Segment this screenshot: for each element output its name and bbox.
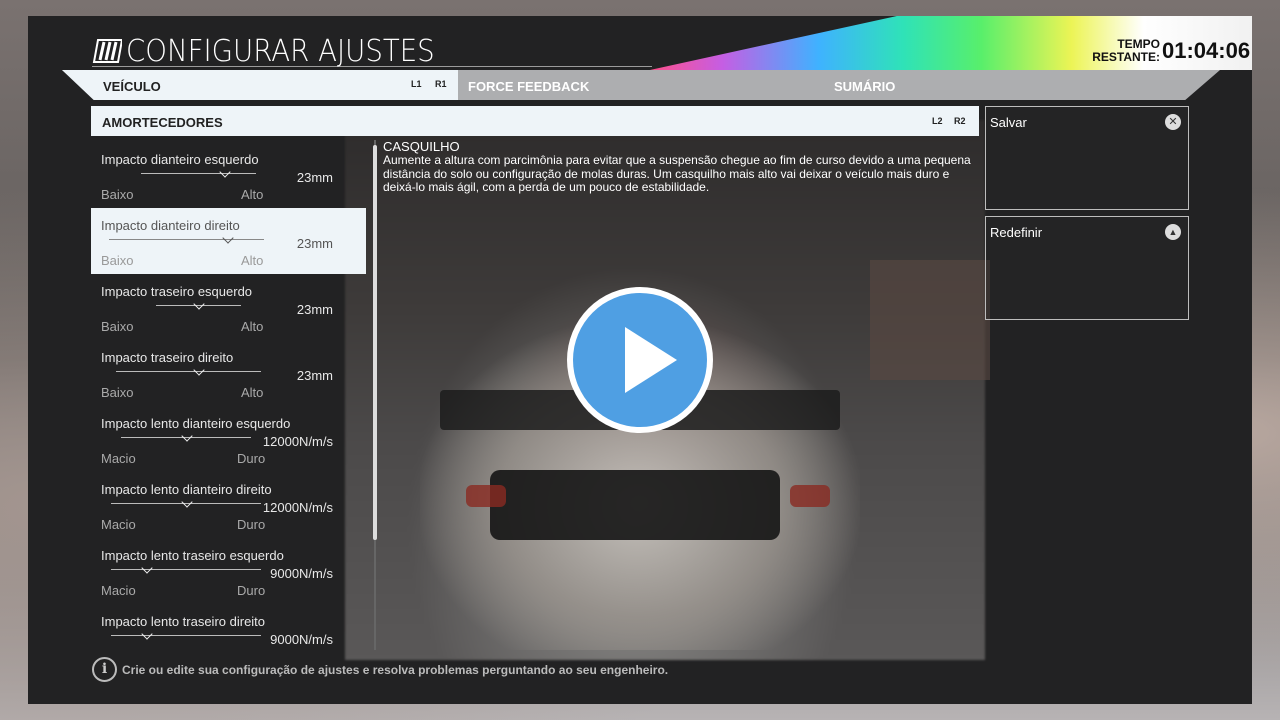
scene-wall: [870, 260, 990, 380]
slider-marker-icon[interactable]: [141, 628, 153, 640]
setting-value: 12000N/m/s: [262, 500, 333, 515]
setting-value: 23mm: [296, 302, 333, 317]
l1-button-hint: L1: [411, 79, 422, 89]
slider-track: [116, 371, 261, 372]
time-label-line-2: RESTANTE:: [1092, 50, 1160, 64]
setting-value: 9000N/m/s: [270, 632, 333, 647]
slider-track: [141, 173, 256, 174]
setting-min-label: Baixo: [101, 187, 134, 202]
r1-button-hint: R1: [435, 79, 447, 89]
setting-name: Impacto dianteiro direito: [101, 218, 240, 233]
tab-force-feedback[interactable]: FORCE FEEDBACK: [468, 79, 589, 94]
description-title: CASQUILHO: [383, 139, 460, 154]
game-logo-icon: [92, 39, 122, 63]
slider-track: [111, 635, 261, 636]
setting-max-label: Alto: [241, 319, 264, 334]
setting-name: Impacto dianteiro esquerdo: [101, 152, 259, 167]
l2-button-hint: L2: [932, 116, 943, 126]
setting-slider[interactable]: Impacto lento dianteiro esquerdo 12000N/…: [91, 406, 366, 472]
setting-min-label: Baixo: [101, 319, 134, 334]
slider-marker-icon[interactable]: [181, 496, 193, 508]
setting-min-label: Macio: [101, 451, 136, 466]
reset-button[interactable]: Redefinir ▲: [985, 216, 1189, 320]
play-button[interactable]: [567, 287, 713, 433]
time-remaining-label: TEMPO RESTANTE:: [1080, 38, 1160, 64]
reset-label: Redefinir: [990, 225, 1043, 240]
r2-button-hint: R2: [954, 116, 966, 126]
triangle-button-icon: ▲: [1165, 224, 1181, 240]
page-title: CONFIGURAR AJUSTES: [126, 34, 435, 69]
setting-value: 9000N/m/s: [270, 566, 333, 581]
tab-vehicle[interactable]: VEÍCULO: [103, 79, 161, 94]
header-underline: [92, 66, 652, 67]
setting-min-label: Macio: [101, 583, 136, 598]
setting-value: 23mm: [296, 236, 333, 251]
setting-min-label: Baixo: [101, 385, 134, 400]
setting-name: Impacto lento traseiro esquerdo: [101, 548, 284, 563]
section-title: AMORTECEDORES: [102, 115, 223, 130]
setting-min-label: Macio: [101, 517, 136, 532]
info-icon: i: [92, 657, 117, 682]
setting-slider[interactable]: Impacto traseiro direito 23mm Baixo Alto: [91, 340, 366, 406]
setting-max-label: Duro: [237, 517, 266, 532]
car-taillight-left: [466, 485, 506, 507]
setting-slider[interactable]: Impacto lento traseiro direito 9000N/m/s: [91, 604, 366, 670]
setting-value: 23mm: [296, 368, 333, 383]
tab-summary[interactable]: SUMÁRIO: [834, 79, 895, 94]
slider-marker-icon[interactable]: [222, 232, 234, 244]
save-button[interactable]: Salvar ✕: [985, 106, 1189, 210]
slider-marker-icon[interactable]: [219, 166, 231, 178]
save-label: Salvar: [990, 115, 1027, 130]
setting-name: Impacto lento dianteiro direito: [101, 482, 272, 497]
setting-max-label: Alto: [241, 385, 264, 400]
setting-max-label: Duro: [237, 583, 266, 598]
cross-button-icon: ✕: [1165, 114, 1181, 130]
setting-name: Impacto lento traseiro direito: [101, 614, 266, 629]
setting-name: Impacto traseiro esquerdo: [101, 284, 253, 299]
setting-slider[interactable]: Impacto traseiro esquerdo 23mm Baixo Alt…: [91, 274, 366, 340]
setting-max-label: Alto: [241, 187, 264, 202]
play-icon: [625, 327, 677, 393]
setting-max-label: Duro: [237, 451, 266, 466]
slider-marker-icon[interactable]: [193, 364, 205, 376]
car-taillight-right: [790, 485, 830, 507]
section-header: [91, 106, 979, 136]
setting-slider[interactable]: Impacto lento traseiro esquerdo 9000N/m/…: [91, 538, 366, 604]
setting-slider-selected[interactable]: Impacto dianteiro direito 23mm Baixo Alt…: [91, 208, 366, 274]
setting-name: Impacto traseiro direito: [101, 350, 234, 365]
setting-slider[interactable]: Impacto dianteiro esquerdo 23mm Baixo Al…: [91, 142, 366, 208]
setting-min-label: Baixo: [101, 253, 134, 268]
slider-marker-icon[interactable]: [141, 562, 153, 574]
slider-track: [111, 569, 261, 570]
slider-marker-icon[interactable]: [193, 298, 205, 310]
description-text: Aumente a altura com parcimônia para evi…: [383, 153, 971, 194]
footer-hint: Crie ou edite sua configuração de ajuste…: [122, 663, 669, 677]
setting-max-label: Alto: [241, 253, 264, 268]
setting-name: Impacto lento dianteiro esquerdo: [101, 416, 291, 431]
time-remaining-value: 01:04:06: [1162, 38, 1251, 63]
setting-value: 23mm: [296, 170, 333, 185]
slider-track: [109, 239, 264, 240]
car-window: [490, 470, 780, 540]
slider-marker-icon[interactable]: [181, 430, 193, 442]
setting-slider[interactable]: Impacto lento dianteiro direito 12000N/m…: [91, 472, 366, 538]
setting-value: 12000N/m/s: [262, 434, 333, 449]
play-button-circle: [573, 293, 707, 427]
list-scrollbar-thumb[interactable]: [373, 145, 377, 540]
